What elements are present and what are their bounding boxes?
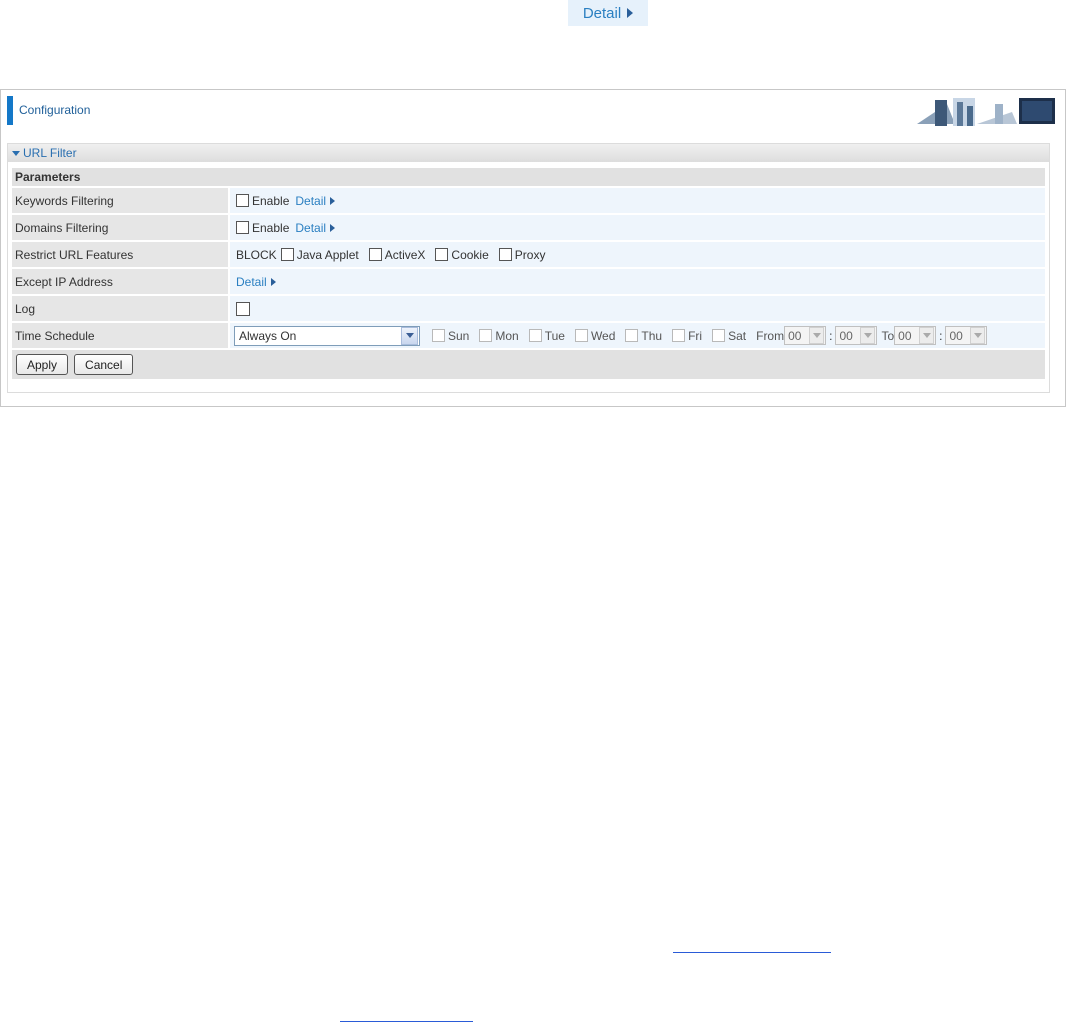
chevron-down-icon: [919, 327, 935, 344]
config-title: Configuration: [19, 103, 91, 117]
sat-checkbox[interactable]: [712, 329, 726, 342]
row-except-ip-address: Except IP Address Detail: [12, 269, 1045, 294]
keywords-enable-label: Enable: [252, 193, 290, 208]
keywords-filtering-label: Keywords Filtering: [12, 188, 228, 213]
thu-checkbox[interactable]: [625, 329, 639, 342]
time-schedule-label: Time Schedule: [12, 323, 228, 348]
row-domains-filtering: Domains Filtering Enable Detail: [12, 215, 1045, 240]
log-label: Log: [12, 296, 228, 321]
log-checkbox[interactable]: [236, 301, 250, 316]
domains-detail-link[interactable]: Detail: [295, 220, 336, 235]
link-underline[interactable]: [673, 952, 831, 953]
keywords-filtering-value: Enable Detail: [230, 188, 1045, 213]
domains-enable-checkbox[interactable]: [236, 221, 249, 234]
top-detail-link[interactable]: Detail: [568, 0, 648, 26]
parameters-header: Parameters: [12, 168, 1045, 186]
arrow-right-icon: [330, 223, 336, 232]
arrow-right-icon: [270, 277, 276, 286]
to-minute-select[interactable]: 00: [945, 326, 988, 345]
wed-label: Wed: [590, 328, 616, 343]
row-log: Log: [12, 296, 1045, 321]
proxy-checkbox[interactable]: [498, 248, 512, 261]
time-schedule-selected: Always On: [239, 328, 297, 343]
from-hour-select[interactable]: 00: [784, 326, 827, 345]
proxy-label: Proxy: [514, 247, 546, 262]
mon-checkbox[interactable]: [479, 329, 493, 342]
activex-checkbox[interactable]: [368, 248, 382, 261]
url-filter-title: URL Filter: [23, 146, 77, 160]
keywords-detail-label: Detail: [295, 193, 327, 208]
from-minute-select[interactable]: 00: [835, 326, 878, 345]
chevron-down-icon: [809, 327, 825, 344]
time-schedule-value: Always On Sun Mon Tue Wed Thu Fri Sat Fr…: [230, 323, 1045, 348]
top-detail-label: Detail: [582, 4, 622, 22]
domains-filtering-value: Enable Detail: [230, 215, 1045, 240]
sun-checkbox[interactable]: [432, 329, 445, 342]
arrow-right-icon: [330, 196, 336, 205]
from-minute-value: 00: [839, 328, 853, 343]
cookie-label: Cookie: [451, 247, 489, 262]
parameters-table: Parameters Keywords Filtering Enable Det…: [12, 168, 1045, 379]
tue-label: Tue: [544, 328, 565, 343]
cookie-checkbox[interactable]: [435, 248, 449, 261]
fri-checkbox[interactable]: [672, 329, 686, 342]
to-hour-value: 00: [898, 328, 912, 343]
log-value: [230, 296, 1045, 321]
domains-detail-label: Detail: [295, 220, 327, 235]
wed-checkbox[interactable]: [574, 329, 588, 342]
from-label: From: [756, 328, 785, 343]
row-time-schedule: Time Schedule Always On Sun Mon Tue Wed …: [12, 323, 1045, 348]
arrow-right-icon: [627, 8, 634, 18]
to-hour-select[interactable]: 00: [894, 326, 937, 345]
configuration-panel: Configuration URL Filter Parameters Keyw…: [0, 89, 1066, 407]
link-underline[interactable]: [340, 1021, 473, 1022]
time-schedule-select[interactable]: Always On: [234, 325, 420, 346]
row-keywords-filtering: Keywords Filtering Enable Detail: [12, 188, 1045, 213]
sat-label: Sat: [728, 328, 747, 343]
domains-enable-label: Enable: [252, 220, 290, 235]
chevron-down-icon: [401, 326, 418, 345]
keywords-detail-link[interactable]: Detail: [295, 193, 336, 208]
cancel-button[interactable]: Cancel: [74, 354, 134, 375]
except-ip-address-label: Except IP Address: [12, 269, 228, 294]
banner-image: [907, 94, 1057, 128]
mon-label: Mon: [495, 328, 519, 343]
java-applet-label: Java Applet: [296, 247, 359, 262]
url-filter-header[interactable]: URL Filter: [8, 144, 1049, 162]
from-hour-value: 00: [788, 328, 802, 343]
activex-label: ActiveX: [384, 247, 426, 262]
to-minute-value: 00: [949, 328, 963, 343]
restrict-url-features-value: BLOCK Java Applet ActiveX Cookie Proxy: [230, 242, 1045, 267]
fri-label: Fri: [688, 328, 703, 343]
keywords-enable-checkbox[interactable]: [236, 194, 249, 207]
chevron-down-icon: [970, 327, 986, 344]
except-ip-detail-link[interactable]: Detail: [236, 275, 276, 289]
action-bar: Apply Cancel: [12, 350, 1045, 379]
except-ip-detail-label: Detail: [236, 274, 267, 289]
thu-label: Thu: [641, 328, 663, 343]
config-accent-bar: [7, 96, 13, 125]
restrict-url-features-label: Restrict URL Features: [12, 242, 228, 267]
time-separator: :: [829, 328, 833, 343]
tue-checkbox[interactable]: [528, 329, 542, 342]
block-label: BLOCK: [236, 247, 277, 262]
apply-button[interactable]: Apply: [16, 354, 69, 375]
configuration-bar: Configuration: [1, 90, 1065, 131]
collapse-arrow-icon: [12, 150, 20, 156]
chevron-down-icon: [860, 327, 876, 344]
except-ip-address-value: Detail: [230, 269, 1045, 294]
row-restrict-url-features: Restrict URL Features BLOCK Java Applet …: [12, 242, 1045, 267]
domains-filtering-label: Domains Filtering: [12, 215, 228, 240]
time-separator: :: [939, 328, 943, 343]
java-applet-checkbox[interactable]: [280, 248, 294, 261]
url-filter-section: URL Filter Parameters Keywords Filtering…: [7, 143, 1050, 393]
sun-label: Sun: [448, 328, 470, 343]
to-label: To: [881, 328, 895, 343]
